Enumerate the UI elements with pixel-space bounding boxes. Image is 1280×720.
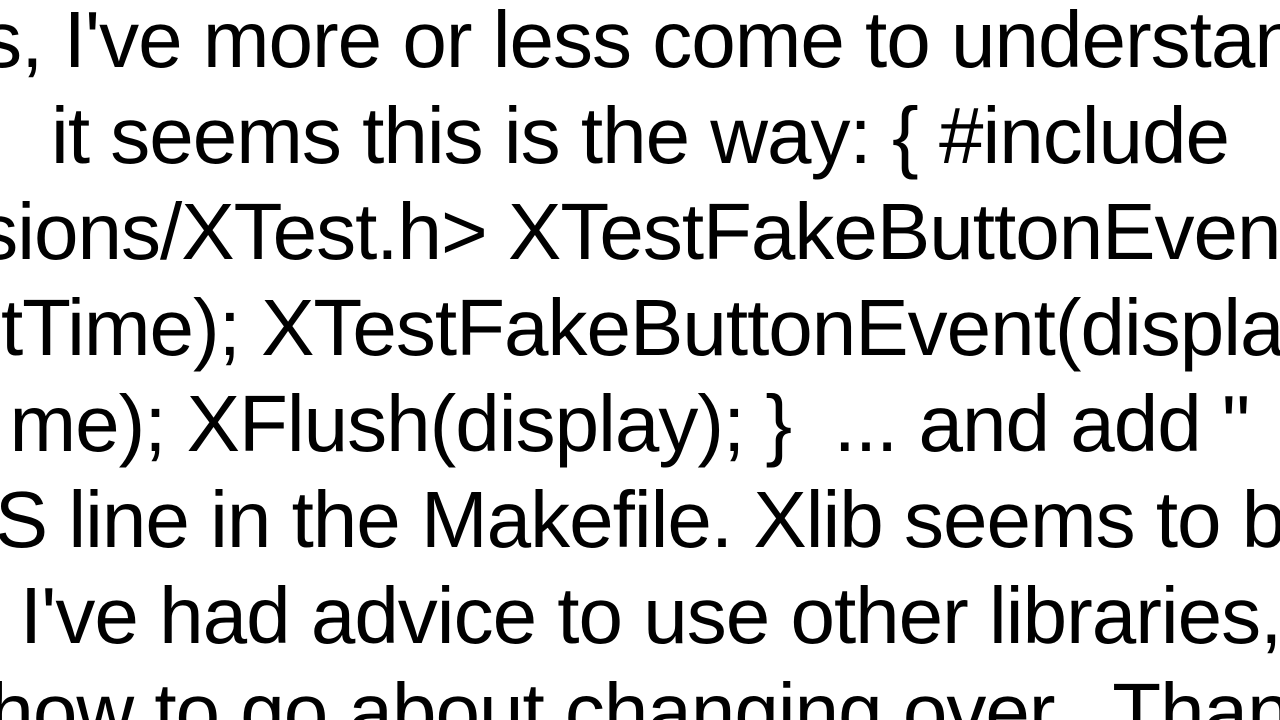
text-line-3: sions/XTest.h> XTestFakeButtonEvent <box>0 184 1280 280</box>
text-line-5: me); XFlush(display); } ... and add " <box>0 376 1280 472</box>
text-line-1: es, I've more or less come to understand <box>0 0 1280 88</box>
document-viewport: es, I've more or less come to understand… <box>0 0 1280 720</box>
text-line-7: I've had advice to use other libraries, <box>0 568 1280 664</box>
text-line-2: it seems this is the way: { #include <box>0 88 1280 184</box>
text-line-8: how to go about changing over. Than <box>0 664 1280 720</box>
text-line-6: S line in the Makefile. Xlib seems to b <box>0 472 1280 568</box>
text-line-4: ntTime); XTestFakeButtonEvent(display <box>0 280 1280 376</box>
